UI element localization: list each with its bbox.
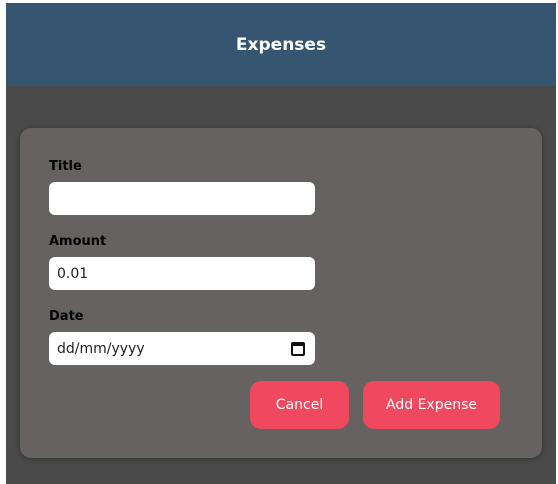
amount-field[interactable] [49,257,315,290]
title-input[interactable] [57,190,307,207]
date-label: Date [49,309,84,324]
add-expense-button[interactable]: Add Expense [363,381,500,429]
amount-input[interactable] [57,265,307,282]
title-label: Title [49,159,82,174]
header-title: Expenses [235,34,327,55]
app-root: Expenses Title Amount Date dd/mm/yyyy Ca… [6,3,556,484]
expense-form-panel: Title Amount Date dd/mm/yyyy Cancel Add … [20,128,542,458]
calendar-icon[interactable] [291,341,305,356]
date-field[interactable]: dd/mm/yyyy [49,332,315,365]
date-placeholder[interactable]: dd/mm/yyyy [57,341,291,357]
title-field[interactable] [49,182,315,215]
cancel-button[interactable]: Cancel [250,381,349,429]
amount-label: Amount [49,234,107,249]
app-header: Expenses [6,3,556,86]
